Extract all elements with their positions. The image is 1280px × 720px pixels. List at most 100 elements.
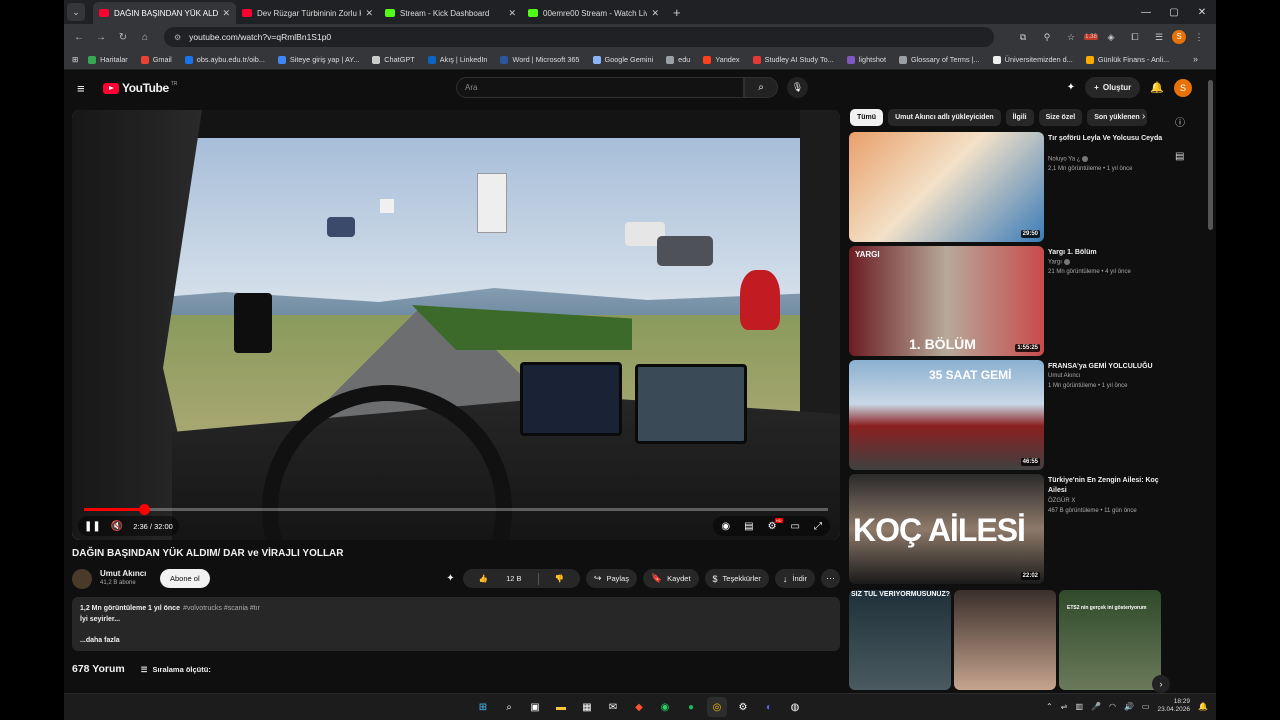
clock[interactable]: 18:29 23.04.2026 <box>1157 698 1190 714</box>
chip-for-you[interactable]: Size özel <box>1038 109 1083 126</box>
tab-youtube-active[interactable]: DAĞIN BAŞINDAN YÜK ALDIM/ ✕ <box>93 2 236 24</box>
recommendation-channel[interactable]: Noluyo Ya ¿ <box>1048 156 1089 163</box>
close-window-icon[interactable]: ✕ <box>1188 7 1216 18</box>
settings-gear-icon[interactable]: ⚙ <box>768 517 783 532</box>
task-view-icon[interactable]: ▣ <box>525 697 545 717</box>
battery-icon[interactable]: ▭ <box>1142 702 1150 711</box>
pause-icon[interactable]: ❚❚ <box>84 521 101 532</box>
autoplay-toggle-icon[interactable]: ◉ <box>721 521 730 532</box>
channel-avatar[interactable] <box>72 569 92 589</box>
sparkle-icon[interactable]: ✦ <box>1067 82 1075 93</box>
profile-avatar[interactable]: S <box>1172 30 1186 44</box>
recommendation-title[interactable]: Türkiye'nin En Zengin Ailesi: Koç Ailesi <box>1048 476 1166 496</box>
short-item[interactable]: ETS2 nin gerçek ini gösteriyorum <box>1059 590 1161 690</box>
search-button[interactable]: ⌕ <box>744 77 778 98</box>
bookmark-item[interactable]: Üniversitemizden d... <box>992 55 1073 64</box>
bookmark-item[interactable]: Günlük Finans - Anli... <box>1085 55 1169 64</box>
voice-search-button[interactable]: 🎙 <box>787 77 808 98</box>
youtube-logo[interactable]: YouTube TR <box>103 81 177 95</box>
bookmark-item[interactable]: Gmail <box>140 55 172 64</box>
spotify-icon[interactable]: ● <box>681 697 701 717</box>
tray-overflow-icon[interactable]: ⌃ <box>1046 702 1053 711</box>
recommendation-channel[interactable]: ÖZGÜR X <box>1048 498 1075 504</box>
page-scrollbar[interactable] <box>1207 72 1214 692</box>
file-explorer-icon[interactable]: ▬ <box>551 697 571 717</box>
start-icon[interactable]: ⊞ <box>473 697 493 717</box>
recommendation-title[interactable]: Yargı 1. Bölüm <box>1048 248 1166 258</box>
new-tab-icon[interactable]: + <box>673 5 681 20</box>
show-more-link[interactable]: ...daha fazla <box>80 635 832 646</box>
progress-bar[interactable] <box>84 504 828 515</box>
subtitles-icon[interactable]: ▤ <box>744 521 753 532</box>
search-input[interactable]: Ara <box>456 77 744 98</box>
reading-list-icon[interactable]: ☰ <box>1148 32 1170 43</box>
minimize-icon[interactable]: — <box>1132 7 1160 18</box>
tab-close-icon[interactable]: ✕ <box>508 8 516 19</box>
tab-kick-live[interactable]: 00emre00 Stream - Watch Live ✕ <box>522 2 665 24</box>
bookmark-item[interactable]: lightshot <box>846 55 886 64</box>
maximize-icon[interactable]: ▢ <box>1160 7 1188 18</box>
more-actions-icon[interactable]: ⋯ <box>821 569 840 588</box>
recommendation-item[interactable]: YARGI 1. BÖLÜM 1:55:25 Yargı 1. Bölüm Ya… <box>849 246 1169 356</box>
extensions-puzzle-icon[interactable]: ⧠ <box>1124 32 1146 43</box>
bookmark-item[interactable]: Studley AI Study To... <box>752 55 834 64</box>
shorts-next-icon[interactable]: › <box>1152 675 1170 693</box>
install-app-icon[interactable]: ⧉ <box>1012 32 1034 43</box>
chrome-icon[interactable]: ◎ <box>707 697 727 717</box>
tab-youtube-2[interactable]: Dev Rüzgar Türbininin Zorlu Ka ✕ <box>236 2 379 24</box>
reload-icon[interactable]: ↻ <box>112 32 134 43</box>
tab-close-icon[interactable]: ✕ <box>651 8 659 19</box>
steam-icon[interactable]: ◍ <box>785 697 805 717</box>
recommendation-thumbnail[interactable]: 35 SAAT GEMİ 46:55 <box>849 360 1044 470</box>
home-icon[interactable]: ⌂ <box>134 32 156 43</box>
discord-icon[interactable]: ◐ <box>759 697 779 717</box>
description-box[interactable]: 1,2 Mn görüntüleme 1 yıl önce #volvotruck… <box>72 597 840 651</box>
bookmark-item[interactable]: Haritalar <box>88 55 128 64</box>
taskbar-search-icon[interactable]: ⌕ <box>499 697 519 717</box>
whatsapp-icon[interactable]: ◉ <box>655 697 675 717</box>
bookmark-item[interactable]: obs.aybu.edu.tr/oib... <box>184 55 265 64</box>
recommendation-channel[interactable]: Umut Akıncı <box>1048 373 1080 379</box>
back-icon[interactable]: ← <box>68 32 90 43</box>
wifi-icon[interactable]: ◠ <box>1109 702 1116 711</box>
address-bar[interactable]: ⚙ youtube.com/watch?v=qRmlBn1S1p0 <box>164 27 994 47</box>
account-avatar[interactable]: S <box>1174 78 1192 97</box>
bookmark-item[interactable]: Akış | LinkedIn <box>427 55 487 64</box>
tray-app-icon[interactable]: ▥ <box>1075 702 1083 711</box>
volume-icon[interactable]: 🔊 <box>1124 702 1134 711</box>
forward-icon[interactable]: → <box>90 32 112 43</box>
store-icon[interactable]: ▦ <box>577 697 597 717</box>
bookmark-star-icon[interactable]: ☆ <box>1060 32 1082 43</box>
fullscreen-icon[interactable]: ⤢ <box>814 521 822 532</box>
site-info-icon[interactable]: ⚙ <box>174 33 181 42</box>
create-button[interactable]: + Oluştur <box>1085 77 1141 98</box>
tab-search-button[interactable]: ⌄ <box>67 3 85 21</box>
bookmark-item[interactable]: Google Gemini <box>592 55 653 64</box>
save-button[interactable]: 🔖 Kaydet <box>642 569 699 588</box>
recommendation-thumbnail[interactable]: KOÇ AİLESİ 22:02 <box>849 474 1044 584</box>
dislike-button[interactable]: 👎 <box>539 574 580 583</box>
chip-recently-uploaded[interactable]: Son yüklenen <box>1087 109 1147 126</box>
chips-next-icon[interactable]: › <box>1142 111 1145 122</box>
recommendation-item[interactable]: KOÇ AİLESİ 22:02 Türkiye'nin En Zengin A… <box>849 474 1169 584</box>
apps-grid-icon[interactable]: ⊞ <box>72 55 78 64</box>
browser-menu-icon[interactable]: ⋮ <box>1188 32 1210 43</box>
share-button[interactable]: ↪ Paylaş <box>585 569 637 588</box>
notifications-bell-icon[interactable]: 🔔 <box>1150 81 1164 94</box>
extension-icon[interactable]: ◈ <box>1100 32 1122 43</box>
hamburger-menu-icon[interactable]: ≡ <box>77 81 91 96</box>
info-icon[interactable]: ⓘ <box>1175 114 1185 129</box>
chip-related[interactable]: İlgili <box>1005 109 1034 126</box>
microphone-tray-icon[interactable]: 🎤 <box>1091 702 1101 711</box>
zoom-icon[interactable]: ⚲ <box>1036 32 1058 43</box>
network-icon[interactable]: ⇌ <box>1061 702 1068 711</box>
chip-from-uploader[interactable]: Umut Akıncı adlı yükleyiciden <box>888 109 1001 126</box>
bookmark-item[interactable]: Word | Microsoft 365 <box>500 55 580 64</box>
download-button[interactable]: ↓ İndir <box>774 569 815 588</box>
extension-badge[interactable]: 1.38 <box>1084 34 1098 40</box>
recommendation-title[interactable]: Tır şoförü Leyla Ve Yolcusu Ceyda <box>1048 134 1166 144</box>
chip-all[interactable]: Tümü <box>850 109 884 126</box>
description-tags[interactable]: #volvotrucks #scania #tır <box>183 605 260 612</box>
ask-ai-icon[interactable]: ✦ <box>446 573 454 584</box>
bookmark-item[interactable]: Siteye giriş yap | AY... <box>277 55 359 64</box>
